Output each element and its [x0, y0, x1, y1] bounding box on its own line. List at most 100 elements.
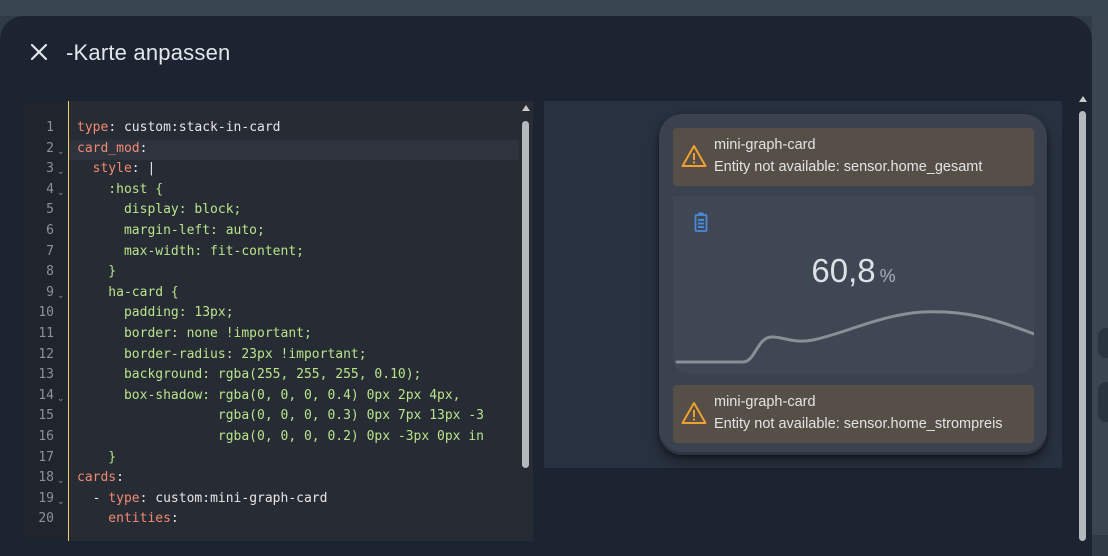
line-number: 2 — [46, 140, 54, 156]
scroll-up-arrow-icon[interactable] — [1079, 96, 1087, 102]
code-line[interactable]: } — [77, 262, 116, 283]
alert-title: mini-graph-card — [714, 394, 816, 410]
mini-graph-card[interactable]: 60,8% — [673, 196, 1034, 374]
code-token: box-shadow: rgba(0, 0, 0, 0.4) 0px 2px 4… — [77, 387, 461, 403]
code-token: display: block; — [77, 202, 242, 218]
code-token: cards — [77, 470, 117, 486]
warning-icon — [681, 144, 707, 173]
dialog-title: -Karte anpassen — [66, 40, 231, 65]
code-line[interactable]: entities: — [77, 509, 179, 530]
code-token: type — [108, 490, 140, 506]
warning-icon — [681, 401, 707, 430]
line-number-gutter: 1 2 ⌄ 3 ⌄ 4 ⌄ 5 6 7 8 9 ⌄ 10 11 12 13 14 ⌄ 15 16 17 18 ⌄ 19 ⌄ 20 — [24, 101, 69, 541]
code-line[interactable]: cards: — [77, 468, 124, 489]
sparkline-path — [675, 310, 1034, 364]
code-token: rgba(0, 0, 0, 0.2) 0px -3px 0px in — [77, 429, 484, 444]
code-line[interactable]: margin-left: auto; — [77, 221, 265, 242]
code-line[interactable]: ha-card { — [77, 283, 178, 304]
code-token: border-radius: 23px !important; — [77, 346, 367, 362]
code-token: max-width: fit-content; — [77, 243, 304, 259]
code-token: rgba(0, 0, 0, 0.3) 0px 7px 13px -3 — [77, 408, 484, 424]
code-token: card_mod — [77, 140, 140, 156]
alert-message: Entity not available: sensor.home_stromp… — [714, 416, 1003, 432]
line-number: 4 — [46, 181, 54, 197]
code-token: - — [77, 490, 109, 506]
code-token: background: rgba(255, 255, 255, 0.10); — [77, 367, 422, 383]
code-area[interactable]: type: custom:stack-in-card card_mod: styl… — [69, 101, 519, 541]
code-token: style — [92, 161, 132, 177]
code-line[interactable]: max-width: fit-content; — [77, 242, 304, 263]
line-number: 5 — [46, 202, 54, 218]
code-line[interactable]: rgba(0, 0, 0, 0.2) 0px -3px 0px in — [77, 427, 484, 448]
fold-chevron-icon[interactable]: ⌄ — [57, 492, 65, 513]
card-preview: mini-graph-card Entity not available: se… — [544, 101, 1062, 468]
code-line[interactable]: border: none !important; — [77, 324, 312, 345]
line-number: 16 — [38, 429, 54, 444]
code-line[interactable]: box-shadow: rgba(0, 0, 0, 0.4) 0px 2px 4… — [77, 386, 461, 407]
code-token: : — [170, 511, 179, 527]
background-element — [1098, 382, 1108, 422]
code-token: :host { — [77, 181, 164, 197]
line-number: 7 — [46, 243, 54, 259]
code-token: type — [77, 120, 109, 135]
fold-chevron-icon[interactable]: ⌄ — [57, 162, 65, 183]
warning-alert: mini-graph-card Entity not available: se… — [673, 128, 1034, 186]
code-token: } — [77, 449, 117, 465]
line-number: 13 — [38, 367, 54, 383]
code-line[interactable]: - type: custom:mini-graph-card — [77, 489, 328, 510]
code-line[interactable]: border-radius: 23px !important; — [77, 345, 367, 366]
line-number: 17 — [38, 449, 54, 465]
line-number: 11 — [38, 326, 54, 341]
code-token: margin-left: auto; — [77, 223, 265, 238]
code-line[interactable]: background: rgba(255, 255, 255, 0.10); — [77, 365, 421, 386]
dialog-scrollbar-thumb[interactable] — [1079, 111, 1086, 541]
code-line[interactable]: padding: 13px; — [77, 303, 234, 324]
code-token: : custom:mini-graph-card — [139, 490, 328, 506]
code-line[interactable]: card_mod: — [77, 139, 147, 160]
code-line[interactable]: type: custom:stack-in-card — [77, 118, 281, 139]
alert-title: mini-graph-card — [714, 137, 816, 153]
fold-chevron-icon[interactable]: ⌄ — [57, 142, 65, 163]
line-number: 6 — [46, 223, 54, 238]
background-element — [1098, 328, 1108, 358]
line-number: 20 — [38, 511, 54, 527]
line-number: 3 — [46, 161, 54, 177]
fold-chevron-icon[interactable]: ⌄ — [57, 286, 65, 307]
code-token: : — [116, 470, 124, 486]
dialog-scrollbar[interactable] — [1076, 93, 1090, 541]
code-line[interactable]: } — [77, 448, 116, 469]
code-token: } — [77, 264, 117, 280]
code-token: : — [139, 140, 148, 156]
line-number: 19 — [38, 490, 54, 506]
code-token: : custom:stack-in-card — [108, 120, 281, 135]
line-number: 1 — [46, 120, 54, 135]
line-number: 9 — [46, 284, 54, 300]
alert-message: Entity not available: sensor.home_gesamt — [714, 159, 983, 175]
close-button[interactable] — [22, 37, 56, 71]
close-icon — [30, 43, 48, 66]
sparkline-graph — [675, 310, 1034, 364]
fold-chevron-icon[interactable]: ⌄ — [57, 183, 65, 204]
code-token: : | — [131, 161, 156, 177]
yaml-code-editor[interactable]: 1 2 ⌄ 3 ⌄ 4 ⌄ 5 6 7 8 9 ⌄ 10 11 12 13 14 ⌄ 15 16 17 18 ⌄ 19 ⌄ 20 t… — [24, 101, 533, 541]
fold-chevron-icon[interactable]: ⌄ — [57, 389, 65, 410]
code-line[interactable]: style: | — [77, 159, 156, 180]
code-token: padding: 13px; — [77, 305, 234, 321]
line-number: 12 — [38, 346, 54, 362]
fold-chevron-icon[interactable]: ⌄ — [57, 471, 65, 492]
stack-in-card: mini-graph-card Entity not available: se… — [659, 114, 1047, 455]
code-line[interactable]: display: block; — [77, 200, 241, 221]
line-number: 18 — [38, 470, 54, 486]
editor-scrollbar[interactable] — [519, 101, 533, 541]
code-line[interactable]: rgba(0, 0, 0, 0.3) 0px 7px 13px -3 — [77, 406, 484, 427]
line-number: 14 — [38, 387, 54, 403]
editor-scrollbar-thumb[interactable] — [522, 121, 529, 468]
scroll-up-arrow-icon[interactable] — [522, 105, 530, 111]
code-line[interactable]: :host { — [77, 180, 163, 201]
line-number: 10 — [38, 305, 54, 321]
line-number: 8 — [46, 264, 54, 280]
line-number: 15 — [38, 408, 54, 424]
backdrop — [0, 0, 1108, 16]
warning-alert: mini-graph-card Entity not available: se… — [673, 385, 1034, 443]
